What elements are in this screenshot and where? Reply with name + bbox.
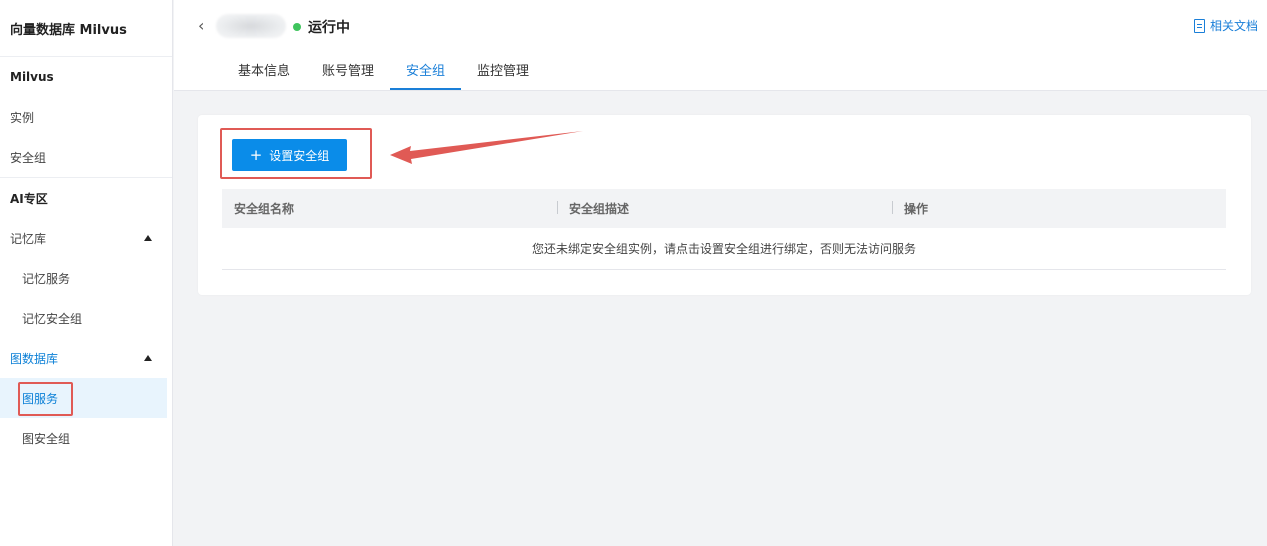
set-security-group-button[interactable]: + 设置安全组 bbox=[232, 139, 347, 171]
sidebar: 向量数据库 Milvus Milvus 实例 安全组 AI专区 记忆库 记忆服务… bbox=[0, 0, 173, 546]
column-header-description: 安全组描述 bbox=[557, 200, 892, 217]
sidebar-group-memory-db[interactable]: 记忆库 bbox=[0, 218, 172, 258]
related-docs-link[interactable]: 相关文档 bbox=[1193, 17, 1258, 34]
status-text: 运行中 bbox=[308, 20, 350, 36]
instance-name-blurred bbox=[216, 14, 286, 38]
sidebar-item-memory-security-group[interactable]: 记忆安全组 bbox=[0, 298, 172, 338]
page-header: ‹ 运行中 相关文档 基本信息 账号管理 安全组 监控管理 bbox=[174, 0, 1267, 91]
sidebar-group-graph-db[interactable]: 图数据库 bbox=[0, 338, 172, 378]
plus-icon: + bbox=[249, 145, 263, 164]
set-security-group-label: 设置安全组 bbox=[269, 148, 330, 163]
caret-up-icon[interactable] bbox=[144, 235, 152, 241]
tab-bar: 基本信息 账号管理 安全组 监控管理 bbox=[222, 60, 545, 90]
sidebar-item-security-group[interactable]: 安全组 bbox=[0, 137, 172, 177]
annotation-highlight-graph-service bbox=[18, 382, 73, 416]
tab-monitoring[interactable]: 监控管理 bbox=[461, 60, 545, 90]
sidebar-group-label: 记忆库 bbox=[10, 231, 47, 246]
status-dot-icon bbox=[293, 23, 301, 31]
empty-table-message: 您还未绑定安全组实例，请点击设置安全组进行绑定，否则无法访问服务 bbox=[222, 228, 1226, 270]
column-header-name: 安全组名称 bbox=[234, 202, 295, 216]
sidebar-item-memory-service[interactable]: 记忆服务 bbox=[0, 258, 172, 298]
table-header: 安全组名称 安全组描述 操作 bbox=[222, 189, 1226, 228]
back-chevron-icon[interactable]: ‹ bbox=[198, 18, 210, 34]
tab-security-group[interactable]: 安全组 bbox=[390, 60, 462, 90]
column-header-actions: 操作 bbox=[892, 200, 1192, 217]
caret-up-icon[interactable] bbox=[144, 355, 152, 361]
related-docs-label: 相关文档 bbox=[1209, 19, 1258, 33]
sidebar-section-milvus: Milvus bbox=[10, 70, 54, 84]
tab-basic-info[interactable]: 基本信息 bbox=[222, 60, 306, 90]
sidebar-section-ai: AI专区 bbox=[10, 191, 48, 206]
document-icon bbox=[1193, 18, 1205, 33]
annotation-arrow-icon bbox=[390, 131, 583, 164]
sidebar-group-label: 图数据库 bbox=[10, 351, 59, 366]
sidebar-item-instance[interactable]: 实例 bbox=[0, 97, 172, 137]
app-title: 向量数据库 Milvus bbox=[0, 0, 172, 57]
tab-account-management[interactable]: 账号管理 bbox=[306, 60, 390, 90]
sidebar-item-graph-security-group[interactable]: 图安全组 bbox=[0, 418, 172, 458]
